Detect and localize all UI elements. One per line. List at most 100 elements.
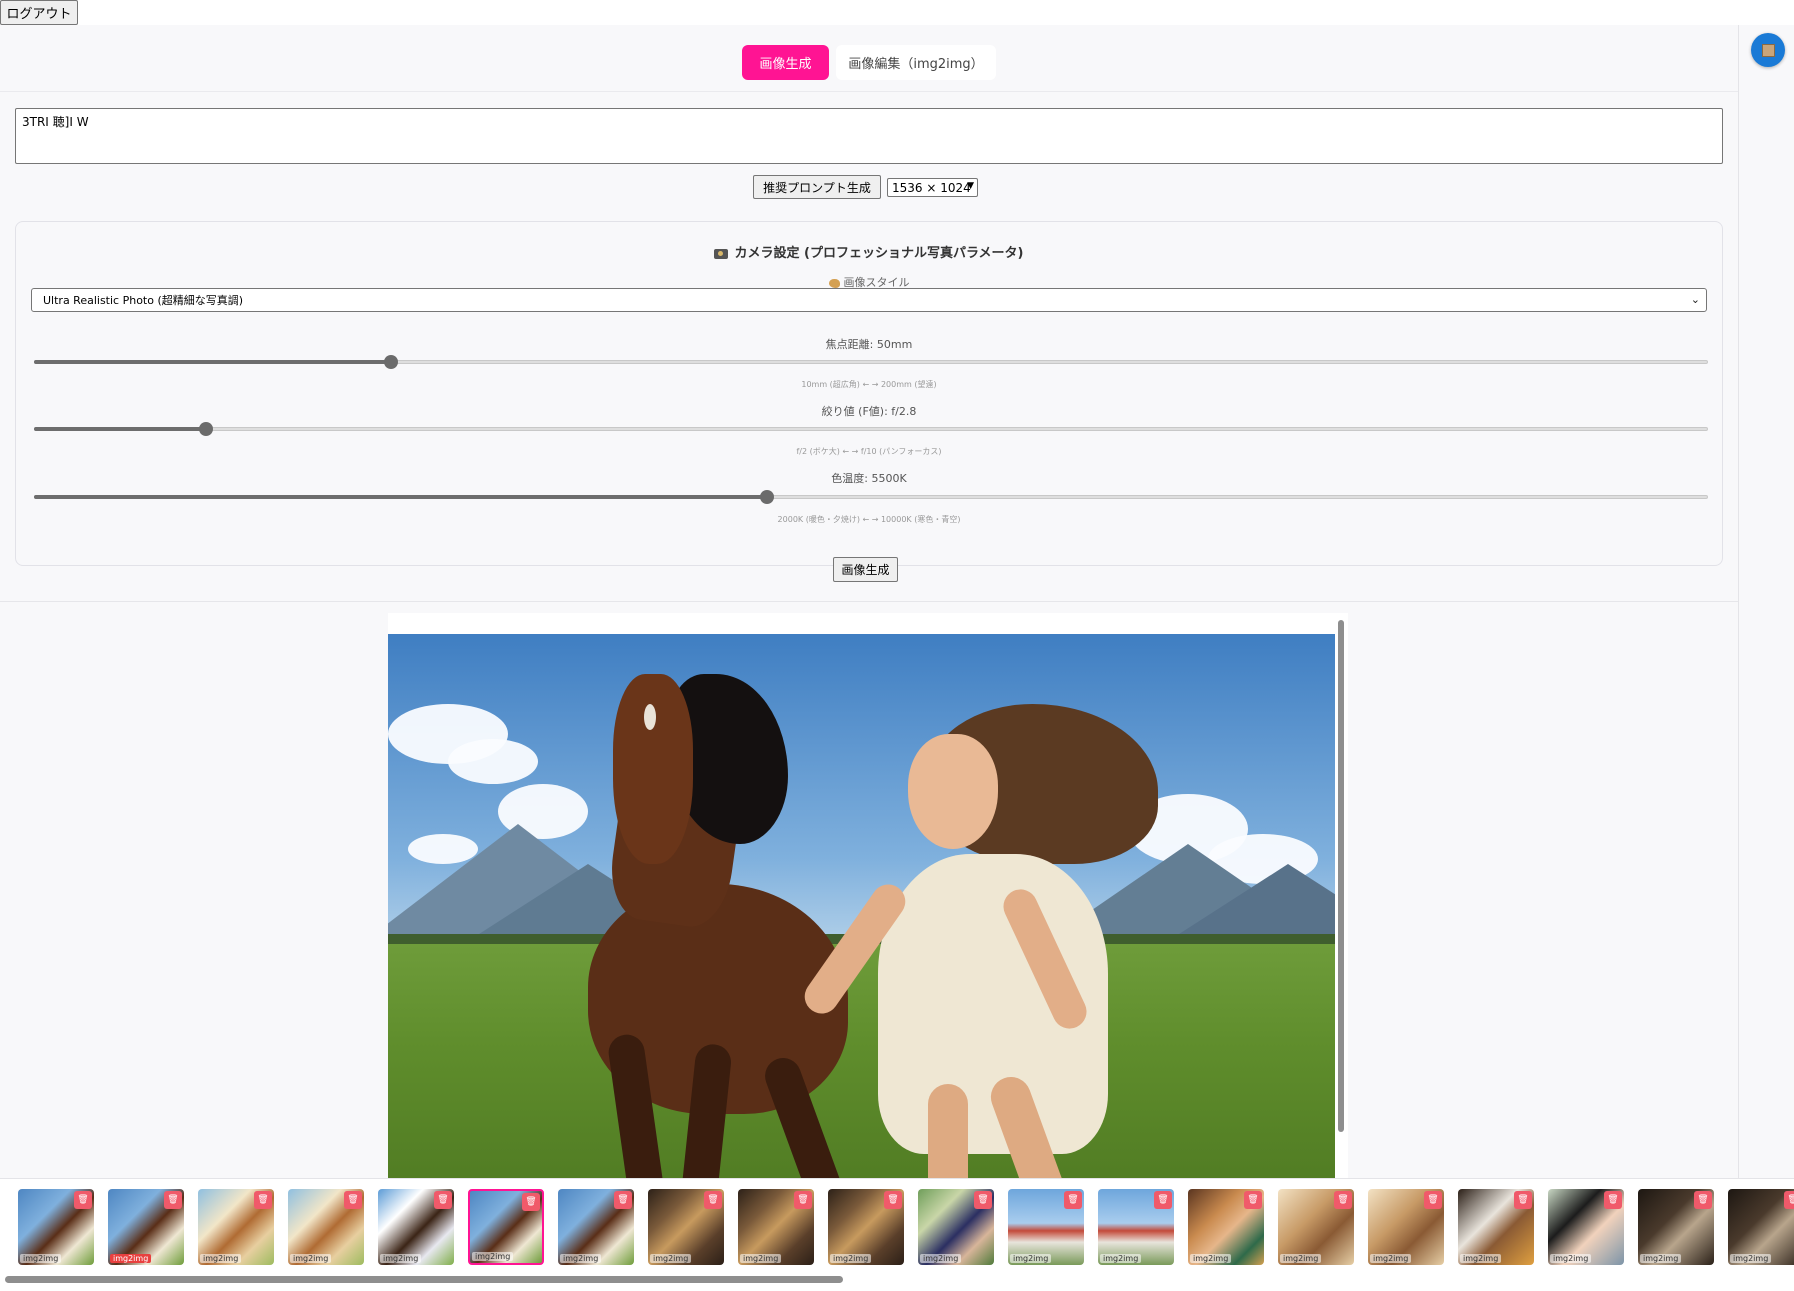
slider-thumb[interactable] [199,422,214,436]
slider-track [34,427,1708,431]
color-temp-slider[interactable] [34,490,1708,504]
thumbnail-item[interactable]: 🗑 img2img [1008,1189,1084,1265]
suggest-prompt-button[interactable]: 推奨プロンプト生成 [753,175,881,199]
thumbnail-badge: img2img [1280,1254,1322,1263]
thumbnail-item[interactable]: 🗑 img2img [1188,1189,1264,1265]
slider-thumb[interactable] [760,490,775,504]
thumbnail-badge: img2img [560,1254,602,1263]
thumbnail-item[interactable]: 🗑 img2img [1638,1189,1714,1265]
thumbnail-badge: img2img [1460,1254,1502,1263]
thumbnail-badge: img2img [110,1254,152,1263]
aperture-label: 絞り値 (F値): f/2.8 [821,405,917,418]
thumbnail-item[interactable]: 🗑 img2img [1098,1189,1174,1265]
delete-icon[interactable]: 🗑 [164,1191,182,1209]
thumbnail-item[interactable]: 🗑 img2img [288,1189,364,1265]
tab-img2img[interactable]: 画像編集（img2img） [836,45,996,80]
thumbnail-item[interactable]: 🗑 img2img [1548,1189,1624,1265]
generate-button[interactable]: 画像生成 [833,557,898,582]
thumbnail-badge: img2img [830,1254,872,1263]
slider-thumb[interactable] [383,355,398,369]
slider-fill [34,427,207,431]
camera-settings-title-text: カメラ設定 (プロフェッショナル写真パラメータ) [734,246,1024,261]
mode-tabs: 画像生成 画像編集（img2img） [0,25,1738,92]
thumbnail-item[interactable]: 🗑 img2img [828,1189,904,1265]
delete-icon[interactable]: 🗑 [1064,1191,1082,1209]
color-temp-label: 色温度: 5500K [831,472,907,485]
thumbnail-item[interactable]: 🗑 img2img [198,1189,274,1265]
thumbnail-strip: 🗑 img2img 🗑 img2img 🗑 img2img 🗑 img2img 🗑 img2img… [0,1178,1794,1291]
thumbnail-item[interactable]: 🗑 img2img [648,1189,724,1265]
image-cloud [448,739,538,784]
slider-fill [34,495,768,499]
delete-icon[interactable]: 🗑 [614,1191,632,1209]
thumbnail-badge: img2img [1100,1254,1142,1263]
size-select-value: 1536 × 1024 [892,180,971,195]
delete-icon[interactable]: 🗑 [1424,1191,1442,1209]
main-panel: 画像生成 画像編集（img2img） 3TRI 聴]I W 推奨プロンプト生成 … [0,25,1738,1291]
delete-icon[interactable]: 🗑 [344,1191,362,1209]
focal-length-hint: 10mm (超広角) ← → 200mm (望遠) [801,380,937,389]
thumbnail-item[interactable]: 🗑 img2img [108,1189,184,1265]
image-girl-face [908,734,998,849]
camera-icon [714,248,729,259]
right-sidebar [1738,25,1794,1291]
thumbnail-badge: img2img [380,1254,422,1263]
thumbnail-badge: img2img [1370,1254,1412,1263]
thumbnail-item[interactable]: 🗑 img2img [1458,1189,1534,1265]
aperture-hint: f/2 (ボケ大) ← → f/10 (パンフォーカス) [796,447,942,456]
prompt-input[interactable]: 3TRI 聴]I W [15,108,1723,164]
delete-icon[interactable]: 🗑 [884,1191,902,1209]
thumbnail-item[interactable]: 🗑 img2img [1278,1189,1354,1265]
book-icon [1761,43,1775,57]
camera-settings-panel: カメラ設定 (プロフェッショナル写真パラメータ) 画像スタイル Ultra Re… [15,221,1723,566]
thumbnail-item[interactable]: 🗑 img2img [18,1189,94,1265]
delete-icon[interactable]: 🗑 [1784,1191,1794,1209]
thumbnail-item[interactable]: 🗑 img2img [1728,1189,1794,1265]
delete-icon[interactable]: 🗑 [1514,1191,1532,1209]
tab-generate[interactable]: 画像生成 [742,45,829,80]
history-button[interactable] [1751,33,1785,67]
slider-fill [34,360,391,364]
delete-icon[interactable]: 🗑 [1244,1191,1262,1209]
thumbnail-item[interactable]: 🗑 img2img [1368,1189,1444,1265]
logout-button[interactable]: ログアウト [0,0,78,25]
thumbnail-item[interactable]: 🗑 img2img [378,1189,454,1265]
thumbnail-item[interactable]: 🗑 img2img [918,1189,994,1265]
palette-icon [828,278,840,288]
delete-icon[interactable]: 🗑 [434,1191,452,1209]
size-select[interactable]: 1536 × 1024 ▼ [887,178,978,197]
delete-icon[interactable]: 🗑 [794,1191,812,1209]
delete-icon[interactable]: 🗑 [254,1191,272,1209]
delete-icon[interactable]: 🗑 [974,1191,992,1209]
image-horse-head [613,674,693,864]
delete-icon[interactable]: 🗑 [522,1193,540,1211]
thumbnail-item[interactable]: 🗑 img2img [558,1189,634,1265]
generated-image [388,634,1335,1204]
viewer-scrollbar[interactable] [1338,620,1344,1132]
thumbnail-badge: img2img [472,1252,514,1261]
thumbnail-badge: img2img [1730,1254,1772,1263]
camera-settings-title: カメラ設定 (プロフェッショナル写真パラメータ) [16,242,1722,261]
delete-icon[interactable]: 🗑 [1154,1191,1172,1209]
delete-icon[interactable]: 🗑 [1604,1191,1622,1209]
thumbnail-item[interactable]: 🗑 img2img [468,1189,544,1265]
delete-icon[interactable]: 🗑 [1694,1191,1712,1209]
thumbnail-scrollbar[interactable] [5,1276,843,1283]
thumbnail-badge: img2img [1640,1254,1682,1263]
thumbnail-item[interactable]: 🗑 img2img [738,1189,814,1265]
chevron-down-icon: ▼ [967,181,974,191]
image-horse-blaze [644,704,656,730]
thumbnail-badge: img2img [200,1254,242,1263]
delete-icon[interactable]: 🗑 [704,1191,722,1209]
delete-icon[interactable]: 🗑 [74,1191,92,1209]
thumbnail-badge: img2img [740,1254,782,1263]
focal-length-slider[interactable] [34,355,1708,369]
thumbnail-badge: img2img [20,1254,62,1263]
thumbnail-badge: img2img [920,1254,962,1263]
image-style-select[interactable]: Ultra Realistic Photo (超精細な写真調) ⌄ [31,288,1707,312]
aperture-slider[interactable] [34,422,1708,436]
focal-length-label: 焦点距離: 50mm [825,338,913,351]
chevron-down-icon: ⌄ [1690,293,1700,306]
delete-icon[interactable]: 🗑 [1334,1191,1352,1209]
image-style-select-value: Ultra Realistic Photo (超精細な写真調) [43,294,244,307]
